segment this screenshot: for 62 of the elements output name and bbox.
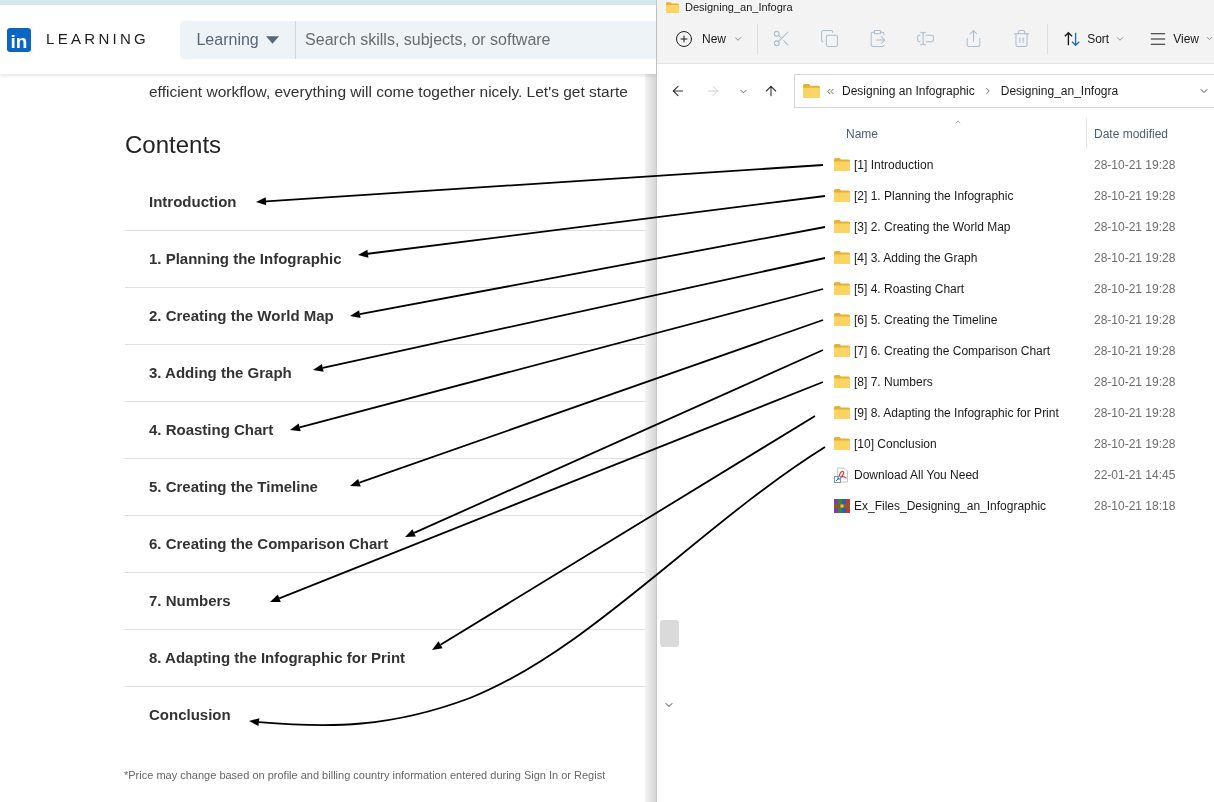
intro-text: efficient workflow, everything will come together nicely. Let's get starte [149, 82, 629, 102]
folder-icon [834, 158, 850, 171]
file-name[interactable]: [3] 2. Creating the World Map [854, 217, 1011, 236]
date-modified: 28-10-21 19:28 [1093, 373, 1176, 391]
date-modified: 28-10-21 19:28 [1093, 187, 1176, 205]
date-modified: 28-10-21 18:18 [1093, 497, 1176, 515]
date-modified: 28-10-21 19:28 [1093, 404, 1176, 422]
date-modified: 28-10-21 19:28 [1093, 280, 1176, 298]
sort-arrows-icon [1063, 29, 1082, 48]
breadcrumb[interactable]: Designing an Infographic [842, 82, 975, 100]
new-button[interactable]: New [667, 21, 751, 56]
folder-icon [834, 375, 850, 388]
date-modified: 28-10-21 19:28 [1093, 156, 1176, 174]
contents-item[interactable]: Conclusion [125, 687, 645, 744]
sort-button[interactable]: Sort [1055, 21, 1134, 56]
logo-mark[interactable]: in [7, 27, 31, 52]
date-modified: 28-10-21 19:28 [1093, 311, 1176, 329]
view-button[interactable]: View [1141, 21, 1214, 56]
folder-icon [834, 282, 850, 295]
breadcrumb[interactable]: Designing_an_Infogra [1000, 82, 1119, 100]
folder-icon [834, 251, 850, 264]
folder-icon [803, 84, 820, 98]
contents-heading: Contents [125, 131, 223, 159]
folder-icon [834, 189, 850, 202]
file-name[interactable]: Ex_Files_Designing_an_Infographic [854, 496, 1047, 515]
folder-icon [834, 437, 850, 450]
folder-icon [666, 1, 679, 13]
date-modified: 22-01-21 14:45 [1093, 466, 1176, 484]
document-shortcut-icon [834, 466, 850, 483]
folder-icon [834, 344, 850, 357]
date-modified: 28-10-21 19:28 [1093, 342, 1176, 360]
date-modified: 28-10-21 19:28 [1093, 249, 1176, 267]
chevron-down-icon [1205, 34, 1214, 43]
file-name[interactable]: [9] 8. Adapting the Infographic for Print [854, 403, 1059, 422]
caret-down-icon [265, 35, 279, 44]
folder-icon [834, 220, 850, 233]
sort-caret-icon [953, 118, 963, 126]
logo-wordmark[interactable]: LEARNING [46, 28, 150, 51]
plus-icon [675, 29, 693, 48]
file-name[interactable]: [6] 5. Creating the Timeline [854, 310, 998, 329]
scrollbar-thumb[interactable] [659, 620, 679, 647]
folder-icon [834, 406, 850, 419]
file-name[interactable]: [1] Introduction [854, 155, 934, 174]
file-name[interactable]: [4] 3. Adding the Graph [854, 248, 978, 267]
file-name[interactable]: Download All You Need [854, 465, 979, 484]
search-scope-dropdown[interactable]: Learning [180, 20, 297, 59]
column-header[interactable]: Name [830, 118, 1087, 149]
address-bar[interactable]: Designing an Infographic Designing_an_Infogra [794, 74, 1214, 108]
file-name[interactable]: [10] Conclusion [854, 434, 937, 453]
file-name[interactable]: [2] 1. Planning the Infographic [854, 186, 1014, 205]
archive-icon [834, 497, 850, 514]
date-modified: 28-10-21 19:28 [1093, 435, 1176, 453]
date-modified: 28-10-21 19:28 [1093, 218, 1176, 236]
search-field[interactable]: Search skills, subjects, or software [296, 20, 656, 59]
price-footnote: *Price may change based on profile and billing country information entered during Sign In or Regist [124, 768, 607, 783]
file-name[interactable]: [5] 4. Roasting Chart [854, 279, 965, 298]
file-name[interactable]: [8] 7. Numbers [854, 372, 933, 391]
scrollbar[interactable] [645, 74, 656, 802]
window-title: Designing_an_Infogra [685, 0, 793, 14]
file-name[interactable]: [7] 6. Creating the Comparison Chart [854, 341, 1051, 360]
column-header[interactable]: Date modified [1087, 118, 1169, 149]
folder-icon [834, 313, 850, 326]
